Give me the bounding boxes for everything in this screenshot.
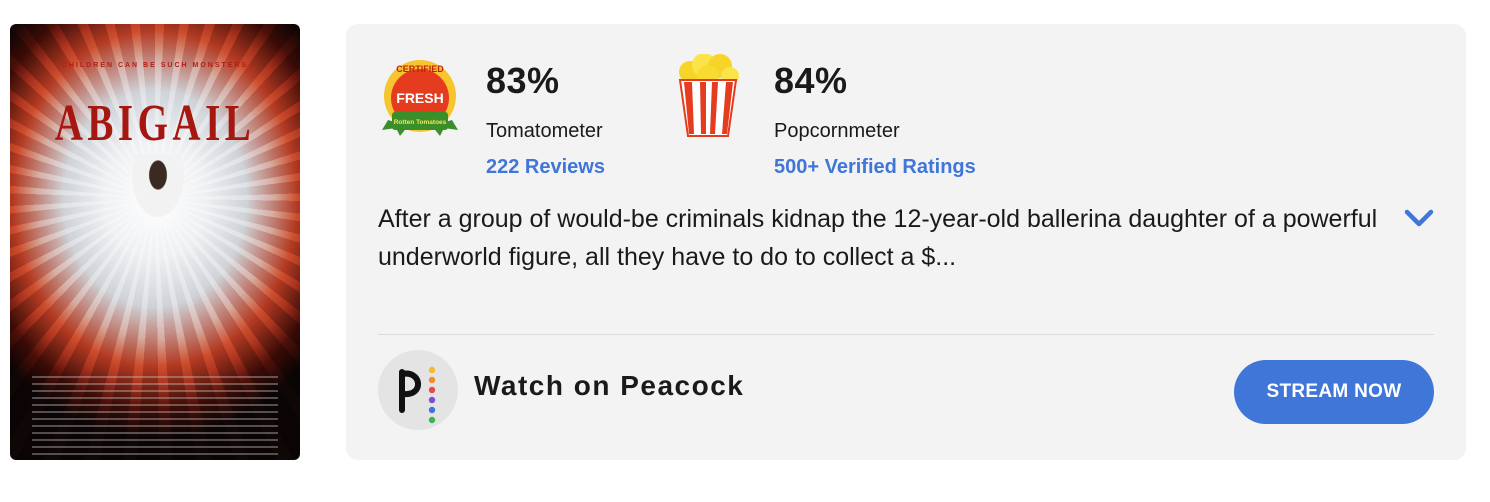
popcornmeter-label: Popcornmeter bbox=[774, 120, 900, 142]
poster-tagline: CHILDREN CAN BE SUCH MONSTERS bbox=[61, 62, 249, 69]
poster-figure bbox=[128, 154, 188, 224]
stream-now-button[interactable]: STREAM NOW bbox=[1234, 360, 1434, 424]
tomatometer-reviews-link[interactable]: 222 Reviews bbox=[486, 156, 605, 179]
movie-poster[interactable]: CHILDREN CAN BE SUCH MONSTERS ABIGAIL bbox=[10, 24, 300, 460]
watch-on-label: Watch on Peacock bbox=[474, 370, 745, 401]
badge-brand-text: Rotten Tomatoes bbox=[394, 119, 447, 126]
score-card: CERTIFIED FRESH Rotten Tomatoes 83% Toma… bbox=[346, 24, 1466, 460]
chevron-down-icon[interactable] bbox=[1402, 206, 1436, 230]
popcornmeter-ratings-link[interactable]: 500+ Verified Ratings bbox=[774, 156, 976, 179]
popcorn-bucket-icon bbox=[678, 54, 739, 137]
tomatometer-score: 83% bbox=[486, 60, 560, 101]
synopsis-text: After a group of would-be criminals kidn… bbox=[378, 205, 1378, 271]
tomatometer-label: Tomatometer bbox=[486, 120, 603, 142]
poster-credits-block bbox=[32, 376, 278, 458]
poster-title: ABIGAIL bbox=[54, 95, 256, 152]
badge-fresh-text: FRESH bbox=[396, 90, 443, 106]
peacock-logo-icon bbox=[378, 350, 458, 430]
divider bbox=[378, 334, 1434, 335]
certified-fresh-icon: CERTIFIED FRESH Rotten Tomatoes bbox=[382, 60, 458, 136]
popcornmeter-score: 84% bbox=[774, 60, 848, 101]
badge-certified-text: CERTIFIED bbox=[396, 64, 444, 74]
